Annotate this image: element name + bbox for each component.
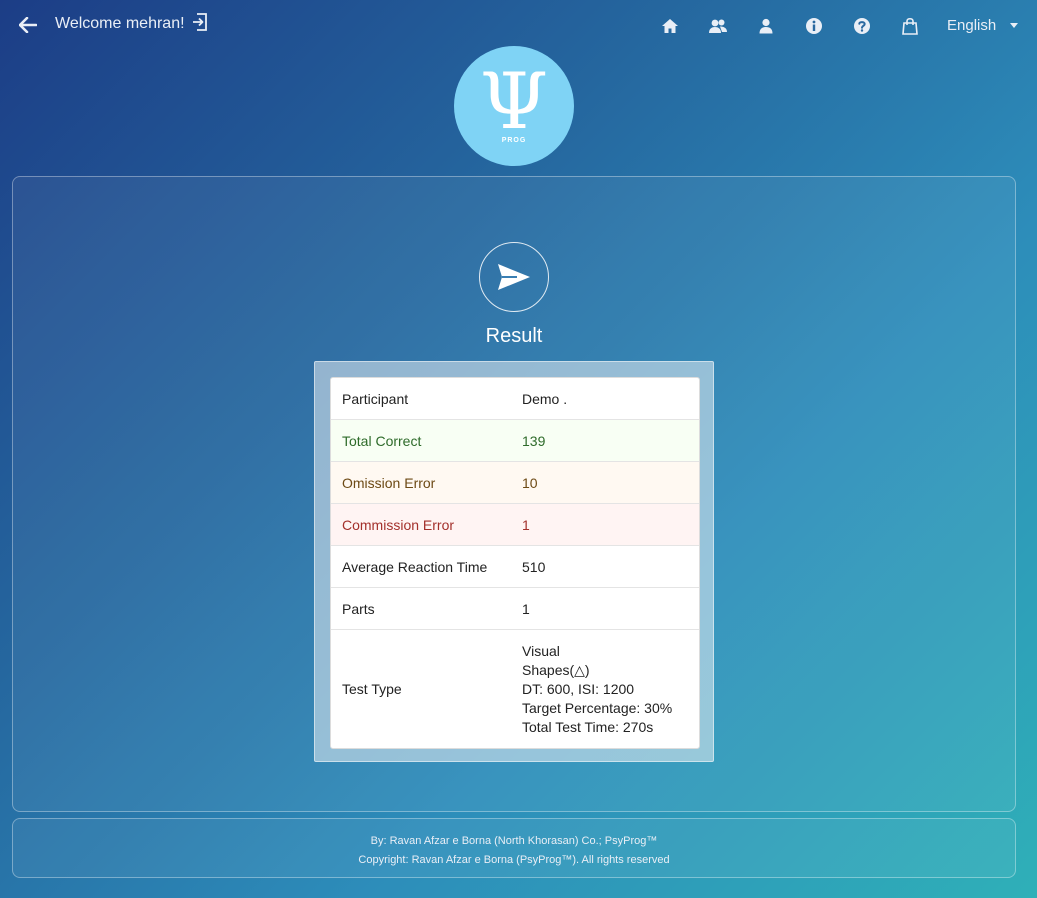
row-label: Test Type xyxy=(342,681,402,697)
row-label: Parts xyxy=(342,600,375,617)
logo-text: PROG xyxy=(501,136,527,144)
row-label: Omission Error xyxy=(342,474,436,491)
table-row-average-reaction-time: Average Reaction Time 510 xyxy=(331,546,699,588)
row-label: Total Correct xyxy=(342,432,422,449)
language-label: English xyxy=(947,17,997,34)
row-value: Visual Shapes(△) DT: 600, ISI: 1200 Targ… xyxy=(511,632,699,747)
row-value: Demo . xyxy=(522,390,568,407)
row-value: 1 xyxy=(522,516,530,533)
logout-icon[interactable] xyxy=(192,13,210,31)
test-type-line: Shapes(△) xyxy=(522,661,590,678)
row-value: 139 xyxy=(522,432,546,449)
test-type-line: Visual xyxy=(522,642,560,659)
result-table: Participant Demo . Total Correct 139 Omi… xyxy=(330,377,700,749)
test-type-line: Target Percentage: 30% xyxy=(522,699,673,716)
row-label: Average Reaction Time xyxy=(342,558,488,575)
footer: By: Ravan Afzar e Borna (North Khorasan)… xyxy=(12,818,1016,878)
test-type-line: Total Test Time: 270s xyxy=(522,718,654,735)
table-row-omission-error: Omission Error 10 xyxy=(331,462,699,504)
help-icon[interactable] xyxy=(852,16,872,36)
table-row-participant: Participant Demo . xyxy=(331,378,699,420)
table-row-parts: Parts 1 xyxy=(331,588,699,630)
row-value: 10 xyxy=(522,474,538,491)
row-label: Participant xyxy=(342,390,409,407)
user-icon[interactable] xyxy=(756,16,776,36)
back-arrow-icon[interactable] xyxy=(18,14,38,36)
info-icon[interactable] xyxy=(804,16,824,36)
top-bar: Welcome mehran! English xyxy=(0,0,1037,50)
caret-down-icon xyxy=(1010,23,1019,28)
welcome-text: Welcome mehran! xyxy=(55,15,185,32)
result-title: Result xyxy=(485,325,543,347)
send-icon xyxy=(479,242,549,312)
shopping-bag-icon[interactable] xyxy=(900,16,920,36)
psyprog-logo: Ψ PROG xyxy=(454,46,574,166)
result-table-container: Participant Demo . Total Correct 139 Omi… xyxy=(314,361,714,762)
test-type-line: DT: 600, ISI: 1200 xyxy=(522,680,635,697)
row-value: 510 xyxy=(522,558,546,575)
logo-symbol: Ψ xyxy=(479,56,549,147)
footer-credit: By: Ravan Afzar e Borna (North Khorasan)… xyxy=(370,835,658,847)
table-row-total-correct: Total Correct 139 xyxy=(331,420,699,462)
home-icon[interactable] xyxy=(660,16,680,36)
table-row-commission-error: Commission Error 1 xyxy=(331,504,699,546)
table-row-test-type: Test Type Visual Shapes(△) DT: 600, ISI:… xyxy=(331,630,699,748)
users-icon[interactable] xyxy=(708,16,728,36)
row-value: 1 xyxy=(522,600,530,617)
footer-copyright: Copyright: Ravan Afzar e Borna (PsyProg™… xyxy=(358,854,670,866)
language-selector[interactable]: English xyxy=(947,17,1019,34)
row-label: Commission Error xyxy=(342,516,455,533)
